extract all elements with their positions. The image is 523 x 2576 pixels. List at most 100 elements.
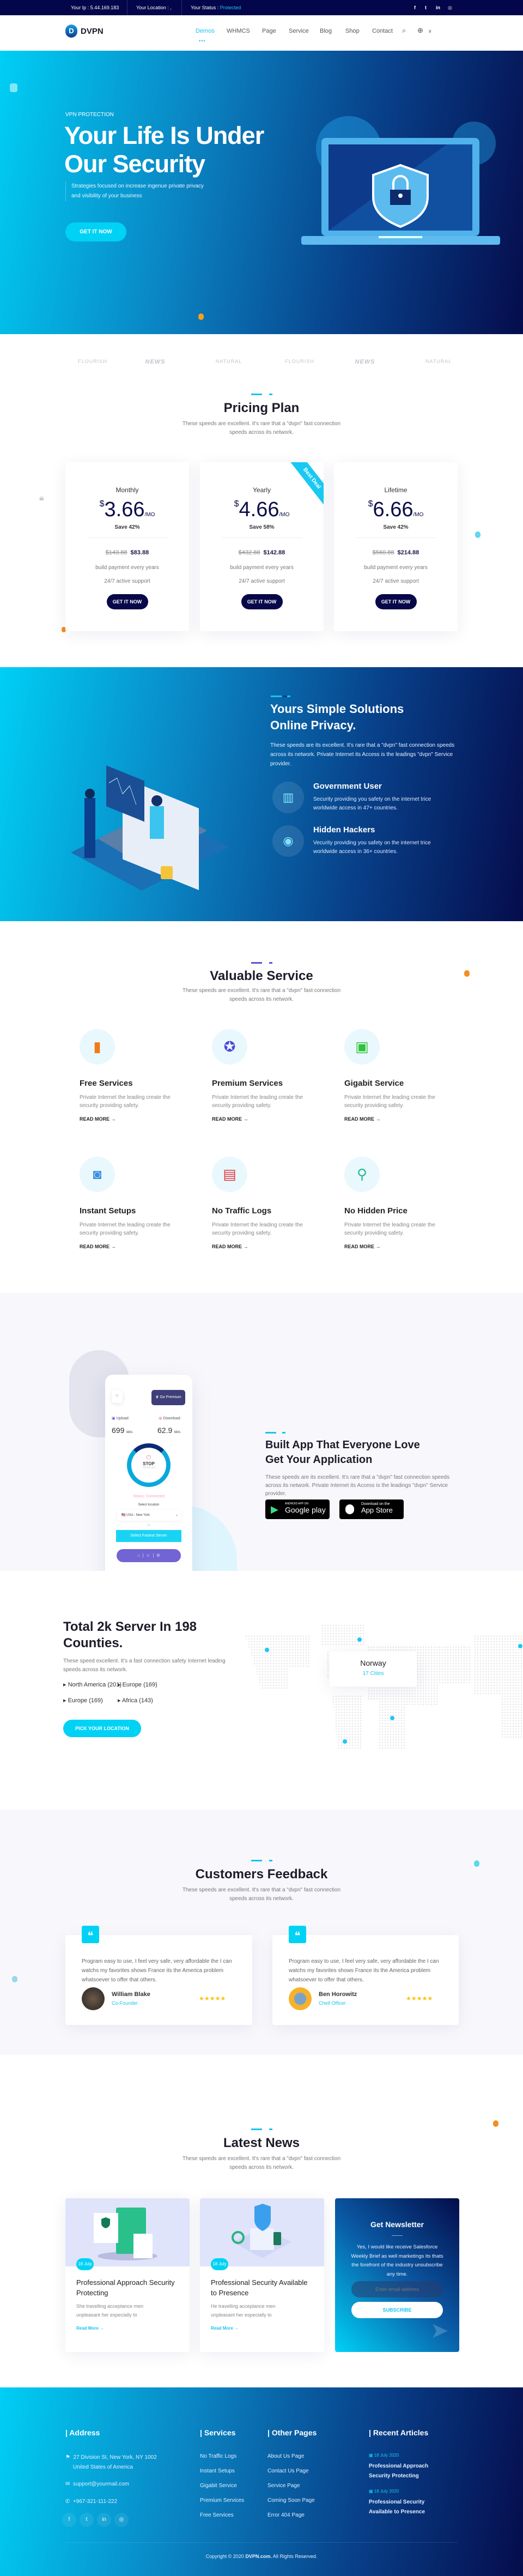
article-date: ▦ 18 July 2020 xyxy=(369,2453,399,2458)
recent-article-link[interactable]: Professional Security Available to Prese… xyxy=(369,2498,440,2517)
news-image xyxy=(200,2198,324,2266)
star-icon: ★ xyxy=(422,1996,428,2002)
service-gigabit: ▣ Gigabit Service Private Internet the lea… xyxy=(344,1029,453,1122)
get-it-now-button[interactable]: GET IT NOW xyxy=(241,594,283,609)
twitter-icon[interactable]: t xyxy=(80,2513,94,2527)
footer-link[interactable]: Coming Soon Page xyxy=(267,2498,315,2504)
google-play-button[interactable]: ▶ ANDROID APP ON Google play xyxy=(265,1499,330,1519)
read-more-link[interactable]: Read More → xyxy=(76,2326,104,2331)
nav-item-service[interactable]: Service xyxy=(289,28,309,34)
nav-item-shop[interactable]: Shop xyxy=(345,28,360,34)
read-more-link[interactable]: READ MORE → xyxy=(212,1244,321,1249)
facebook-icon[interactable]: f xyxy=(414,5,416,10)
footer-link[interactable]: Error 404 Page xyxy=(267,2512,305,2518)
read-more-link[interactable]: READ MORE → xyxy=(80,1244,188,1249)
footer-link[interactable]: No Traffic Logs xyxy=(200,2453,236,2459)
select-location-label: Select location xyxy=(138,1503,160,1507)
hero-section: VPN PROTECTION Your Life Is Under Our Sec… xyxy=(0,51,523,334)
facebook-icon[interactable]: f xyxy=(62,2513,76,2527)
footer-link[interactable]: Premium Services xyxy=(200,2498,244,2504)
nav-item-blog[interactable]: Blog xyxy=(320,28,332,34)
twitter-icon[interactable]: t xyxy=(425,5,427,10)
phone-tab-bar: ⌂ | ☺ | ⚙ xyxy=(117,1549,181,1562)
region-item: ▸ Europe (169) xyxy=(118,1682,157,1688)
ip-readout: Your Ip : 5.44.169.183 xyxy=(71,5,119,10)
newsletter-email-input[interactable] xyxy=(351,2281,443,2297)
hero-get-it-now-button[interactable]: GET IT NOW xyxy=(65,222,126,241)
instagram-icon[interactable]: ◎ xyxy=(114,2513,129,2527)
region-item: ▸ Africa (143) xyxy=(118,1697,153,1704)
news-card[interactable]: 18 July Professional Approach Security P… xyxy=(65,2198,190,2352)
feedback-title: Customers Feedback xyxy=(195,1867,328,1882)
solutions-section: Yours Simple Solutions Online Privacy. Th… xyxy=(0,667,523,921)
news-title: Professional Security Available to Prese… xyxy=(211,2278,308,2297)
footer-link[interactable]: Gigabit Service xyxy=(200,2483,237,2489)
footer-link[interactable]: Instant Setups xyxy=(200,2468,235,2474)
news-card[interactable]: 18 July Professional Security Available … xyxy=(200,2198,324,2352)
footer-link[interactable]: Free Services xyxy=(200,2512,234,2518)
solutions-title: Yours Simple Solutions Online Privacy. xyxy=(270,702,404,732)
star-icon: ★ xyxy=(209,1996,215,2002)
testimonial-text: Program easy to use, I feel very safe, v… xyxy=(289,1958,439,1983)
footer-phone[interactable]: ✆ +967-321-111-222 xyxy=(65,2499,117,2505)
main-nav: D DVPN Demos ••• WHMCS Page Service Blog… xyxy=(0,15,523,51)
grid-menu-icon: ⁘ xyxy=(112,1390,123,1403)
get-it-now-button[interactable]: GET IT NOW xyxy=(106,594,148,609)
plan-feature: 24/7 active support xyxy=(104,578,150,584)
brand-logo[interactable]: D DVPN xyxy=(65,25,104,38)
news-excerpt: He travelling acceptance men unpleasant … xyxy=(211,2303,276,2318)
paint-tablet-icon: ▮ xyxy=(80,1029,115,1065)
plan-savings: Save 58% xyxy=(249,524,275,530)
pick-your-location-button[interactable]: PICK YOUR LOCATION xyxy=(63,1720,141,1737)
region-item: ▸ Europe (169) xyxy=(63,1697,103,1704)
footer-link[interactable]: Service Page xyxy=(267,2483,300,2489)
read-more-link[interactable]: READ MORE → xyxy=(212,1116,321,1122)
feature-desc: Security providing you safety on the int… xyxy=(313,796,431,811)
camera-setup-icon: ◙ xyxy=(80,1157,115,1192)
footer-email[interactable]: ✉ support@yourmail.com xyxy=(65,2481,129,2487)
linkedin-icon[interactable]: in xyxy=(97,2513,111,2527)
plan-name: Yearly xyxy=(253,486,271,494)
partner-logo: FLOURISH xyxy=(285,359,314,364)
pricing-title: Pricing Plan xyxy=(223,401,300,415)
nav-item-whmcs[interactable]: WHMCS xyxy=(227,28,250,34)
plan-total: $560.88 $214.88 xyxy=(372,549,419,556)
recent-article-link[interactable]: Professional Approach Security Protectin… xyxy=(369,2462,440,2481)
eye-scan-icon: ◉ xyxy=(272,825,304,857)
news-title: Latest News xyxy=(223,2136,300,2150)
footer-address: ⚑ 27 Division St, New York, NY 1002 Unit… xyxy=(65,2454,157,2470)
service-instant-setups: ◙ Instant Setups Private Internet the lead… xyxy=(80,1157,188,1249)
nav-item-contact[interactable]: Contact xyxy=(372,28,393,34)
nav-item-page[interactable]: Page xyxy=(262,28,276,34)
app-title: Built App That Everyone Love Get Your App… xyxy=(265,1439,420,1466)
read-more-link[interactable]: Read More → xyxy=(211,2326,239,2331)
subscribe-button[interactable]: SUBSCRIBE xyxy=(351,2302,443,2318)
plan-feature: build payment every years xyxy=(364,565,428,571)
chevron-down-icon[interactable]: ∨ xyxy=(428,28,432,34)
globe-icon[interactable]: ⊕ xyxy=(417,26,423,35)
read-more-link[interactable]: READ MORE → xyxy=(344,1244,453,1249)
linkedin-icon[interactable]: in xyxy=(436,5,440,10)
app-description: These speeds are its excellent. It's rar… xyxy=(265,1474,450,1497)
pricing-card-monthly: Monthly $3.66/MO Save 42% $143.88 $83.88 … xyxy=(65,462,189,631)
search-icon[interactable]: ⌕ xyxy=(402,26,406,35)
reviewer-role: Cheif Officer xyxy=(319,2000,346,2006)
footer-link[interactable]: Contact Us Page xyxy=(267,2468,309,2474)
read-more-link[interactable]: READ MORE → xyxy=(80,1116,188,1122)
plan-total: $143.88 $83.88 xyxy=(105,549,149,556)
rating-stars: ★★★★★ xyxy=(199,1995,226,2002)
footer-link[interactable]: About Us Page xyxy=(267,2453,304,2459)
nav-item-demos[interactable]: Demos xyxy=(196,28,215,34)
pricing-subtitle: These speeds are excellent. It's rare th… xyxy=(182,421,341,436)
instagram-icon[interactable]: ◎ xyxy=(448,5,452,11)
services-title: Valuable Service xyxy=(210,969,313,983)
feature-desc: Vecurity providing you safety on the int… xyxy=(313,840,431,855)
read-more-link[interactable]: READ MORE → xyxy=(344,1116,453,1122)
app-store-button[interactable]: Download on the App Store xyxy=(339,1499,404,1519)
plan-price: $6.66/MO xyxy=(368,498,424,521)
get-it-now-button[interactable]: GET IT NOW xyxy=(375,594,417,609)
magnifier-icon: ⚲ xyxy=(344,1157,380,1192)
plan-feature: build payment every years xyxy=(230,565,294,571)
logo-icon: D xyxy=(65,25,77,38)
reviewer-name: Ben Horowitz xyxy=(319,1991,357,1998)
